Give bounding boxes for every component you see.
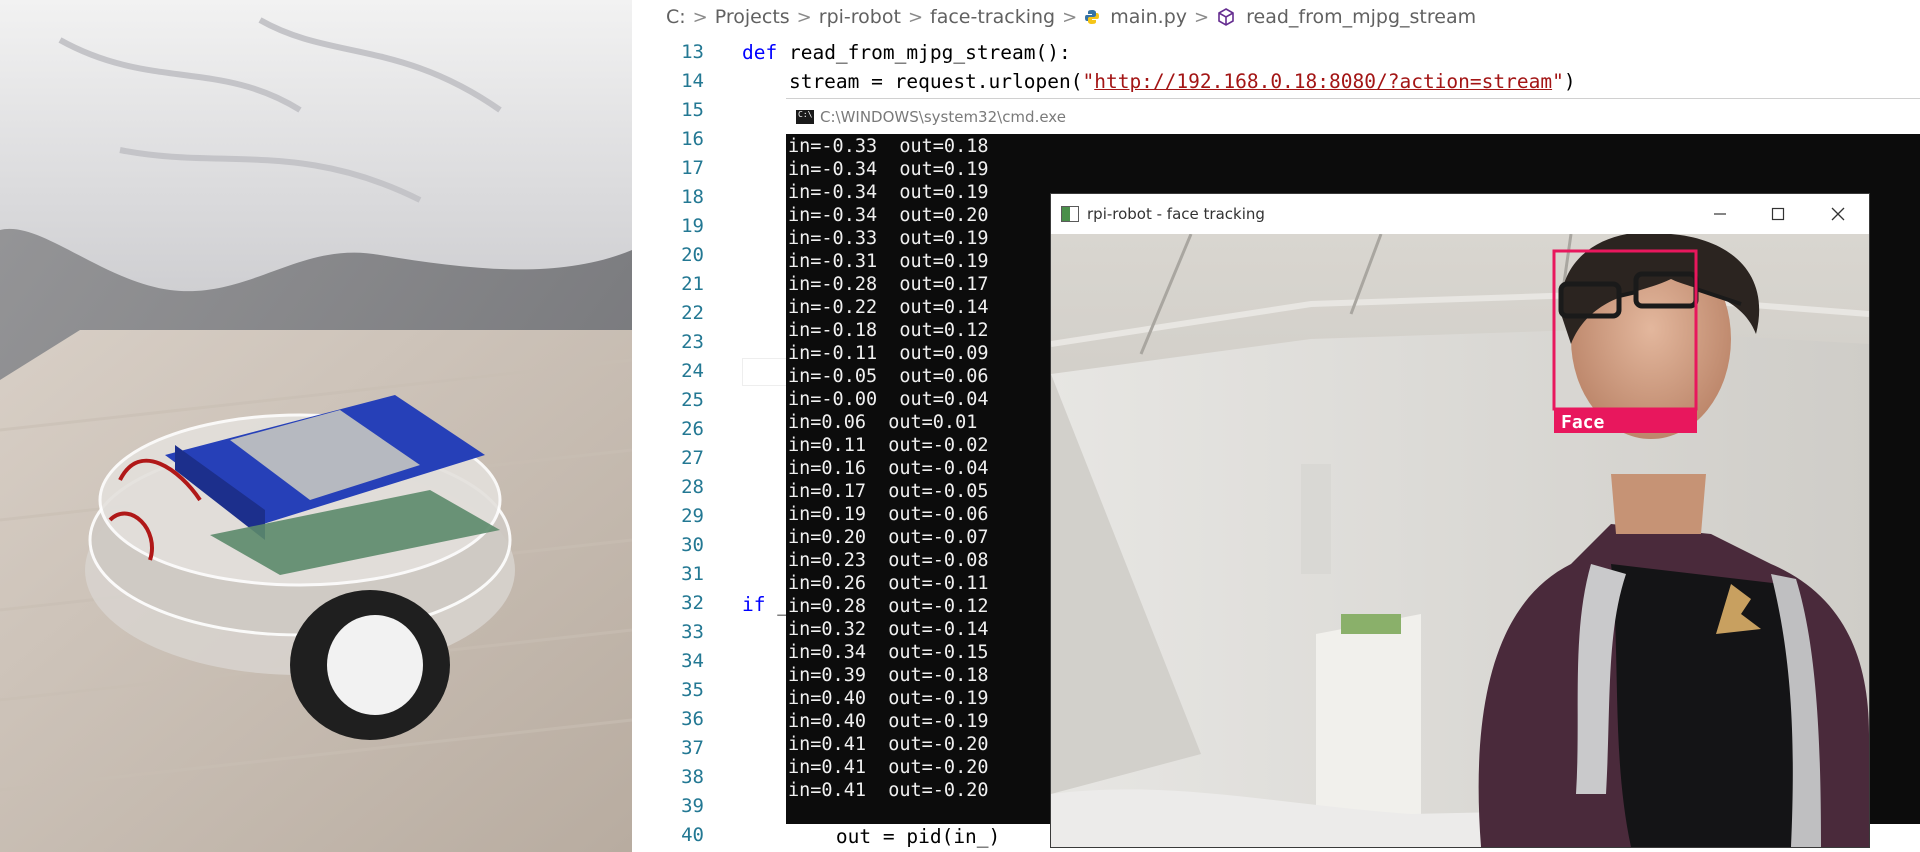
console-line: in=-0.31 out=0.19 [788,251,989,272]
breadcrumb-face-tracking[interactable]: face-tracking [930,6,1055,28]
breadcrumb-function[interactable]: read_from_mjpg_stream [1246,6,1476,28]
line-number: 31 [681,563,704,585]
cmd-title-bar[interactable]: C:\WINDOWS\system32\cmd.exe [786,98,1920,134]
robot-photo [0,0,632,852]
line-number: 23 [681,331,704,353]
console-line: in=0.28 out=-0.12 [788,596,989,617]
console-line: in=0.34 out=-0.15 [788,642,989,663]
console-line: in=-0.28 out=0.17 [788,274,989,295]
chevron-right-icon: > [796,6,812,28]
line-number: 14 [681,70,704,92]
breadcrumb-projects[interactable]: Projects [715,6,790,28]
code-line-32[interactable]: if _ [742,590,789,619]
line-number: 27 [681,447,704,469]
console-line: in=-0.05 out=0.06 [788,366,989,387]
console-line: in=-0.34 out=0.20 [788,205,989,226]
code-line-14[interactable]: stream = request.urlopen("http://192.168… [742,67,1576,96]
console-line: in=0.11 out=-0.02 [788,435,989,456]
close-icon[interactable] [1809,194,1867,234]
line-number: 26 [681,418,704,440]
console-line: in=-0.18 out=0.12 [788,320,989,341]
console-line: in=0.20 out=-0.07 [788,527,989,548]
line-number: 15 [681,99,704,121]
string-quote: " [1552,70,1564,93]
line-number: 36 [681,708,704,730]
line-number: 35 [681,679,704,701]
console-line: in=0.40 out=-0.19 [788,711,989,732]
python-file-icon [1085,10,1100,24]
cmd-icon [796,109,814,124]
symbol-method-icon [1218,8,1234,26]
console-line: in=-0.22 out=0.14 [788,297,989,318]
line-number: 22 [681,302,704,324]
console-line: in=0.39 out=-0.18 [788,665,989,686]
line-number: 19 [681,215,704,237]
line-number: 25 [681,389,704,411]
line-number: 33 [681,621,704,643]
url-link[interactable]: http://192.168.0.18:8080/?action=stream [1094,70,1552,93]
line-number: 24 [681,360,704,382]
line-number: 40 [681,824,704,846]
line-number: 28 [681,476,704,498]
console-line: in=0.06 out=0.01 [788,412,978,433]
line-number: 38 [681,766,704,788]
camera-feed: Face [1051,234,1869,847]
string-quote: " [1082,70,1095,93]
line-number: 17 [681,157,704,179]
code-line-40[interactable]: out = pid(in_) [742,822,1000,851]
line-number: 34 [681,650,704,672]
app-icon [1061,206,1079,222]
console-line: in=0.41 out=-0.20 [788,780,989,801]
face-window-title-bar[interactable]: rpi-robot - face tracking [1051,194,1869,234]
console-line: in=-0.00 out=0.04 [788,389,989,410]
console-line: in=0.32 out=-0.14 [788,619,989,640]
chevron-right-icon: > [907,6,924,28]
breadcrumb: C: > Projects > rpi-robot > face-trackin… [632,0,1920,34]
console-line: in=-0.33 out=0.19 [788,228,989,249]
console-line: in=0.40 out=-0.19 [788,688,989,709]
keyword-if: if [742,593,766,616]
code-text: ) [1563,70,1576,93]
camera-frame: Face [1051,234,1869,847]
breadcrumb-drive[interactable]: C: [666,6,686,28]
console-line: in=0.16 out=-0.04 [788,458,989,479]
chevron-right-icon: > [1062,6,1078,28]
robot-photo-image [0,0,632,852]
breadcrumb-main-py[interactable]: main.py [1110,6,1187,28]
code-text: stream = request.urlopen( [742,70,1083,93]
line-number: 37 [681,737,704,759]
face-window-title: rpi-robot - face tracking [1087,205,1265,223]
line-number: 39 [681,795,704,817]
cmd-title: C:\WINDOWS\system32\cmd.exe [820,107,1066,126]
chevron-right-icon: > [692,6,708,28]
console-output[interactable]: in=-0.33 out=0.18 in=-0.34 out=0.19 in=-0.… [788,135,988,802]
console-line: in=0.26 out=-0.11 [788,573,989,594]
console-line: in=-0.34 out=0.19 [788,159,989,180]
face-label: Face [1561,412,1605,433]
minimize-icon[interactable] [1691,194,1749,234]
line-number: 20 [681,244,704,266]
line-number: 32 [681,592,704,614]
console-line: in=0.17 out=-0.05 [788,481,989,502]
console-line: in=0.19 out=-0.06 [788,504,989,525]
line-number: 16 [681,128,704,150]
console-line: in=-0.33 out=0.18 [788,136,989,157]
console-line: in=0.23 out=-0.08 [788,550,989,571]
console-line: in=0.41 out=-0.20 [788,734,989,755]
line-number: 21 [681,273,704,295]
breadcrumb-rpi-robot[interactable]: rpi-robot [819,6,901,28]
face-tracking-window[interactable]: rpi-robot - face tracking Face [1050,193,1870,848]
maximize-icon[interactable] [1749,194,1807,234]
line-number: 30 [681,534,704,556]
console-line: in=-0.11 out=0.09 [788,343,989,364]
code-text: read_from_mjpg_stream(): [777,41,1071,64]
code-line-13[interactable]: def read_from_mjpg_stream(): [742,38,1071,67]
console-line: in=0.41 out=-0.20 [788,757,989,778]
line-number: 13 [681,41,704,63]
console-line: in=-0.34 out=0.19 [788,182,989,203]
chevron-right-icon: > [1194,6,1210,28]
line-number: 18 [681,186,704,208]
keyword-def: def [742,41,778,64]
line-number: 29 [681,505,704,527]
